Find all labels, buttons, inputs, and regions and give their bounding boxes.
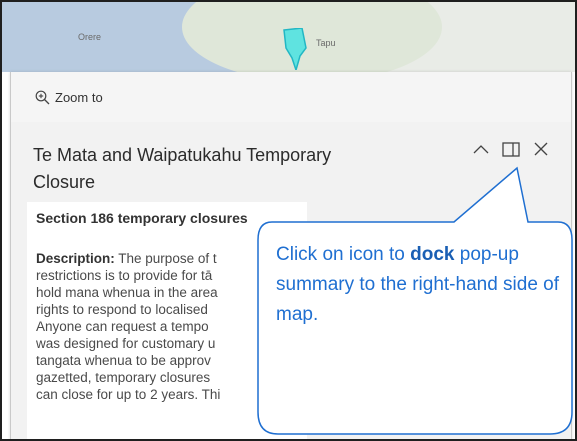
zoom-in-icon	[35, 90, 50, 104]
popup-actions-bar: Zoom to	[11, 72, 571, 123]
description-line: rights to respond to localised	[36, 302, 208, 317]
description-line: was designed for customary u	[36, 336, 216, 351]
popup-header-controls	[466, 138, 556, 160]
description-line: tangata whenua to be approv	[36, 353, 211, 368]
description-label: Description:	[36, 251, 115, 266]
map-label-orere: Orere	[78, 32, 102, 42]
map-label-tapu: Tapu	[316, 38, 336, 48]
zoom-to-button[interactable]: Zoom to	[35, 90, 103, 105]
section-heading: Section 186 temporary closures	[36, 210, 248, 226]
callout-text: Click on icon to dock pop-up summary to …	[276, 240, 575, 330]
description-line: restrictions is to provide for tā	[36, 268, 213, 283]
callout-text-bold: dock	[410, 244, 455, 265]
description-line: hold mana whenua in the area	[36, 285, 218, 300]
popup-content-card: Section 186 temporary closures Descripti…	[27, 202, 307, 439]
description-line: The purpose of t	[118, 251, 217, 266]
close-button[interactable]	[526, 138, 556, 160]
screenshot-frame: Orere Tapu Zoom to Te Mata and Waipatuka…	[0, 0, 577, 441]
description-line: gazetted, temporary closures	[36, 370, 211, 385]
description-line: can close for up to 2 years. Thi	[36, 387, 221, 402]
description-text: Description: The purpose of t restrictio…	[36, 250, 307, 403]
popup-title: Te Mata and Waipatukahu Temporary Closur…	[33, 145, 332, 192]
map-view[interactable]: Orere Tapu	[2, 2, 575, 82]
collapse-button[interactable]	[466, 138, 496, 160]
dock-icon	[502, 141, 520, 157]
callout-text-start: Click on icon to	[276, 244, 411, 265]
dock-button[interactable]	[496, 138, 526, 160]
chevron-up-icon	[473, 145, 489, 154]
zoom-to-label: Zoom to	[55, 89, 103, 105]
closure-area-polygon[interactable]	[282, 28, 308, 70]
popup-header: Te Mata and Waipatukahu Temporary Closur…	[11, 122, 571, 202]
close-icon	[534, 142, 548, 156]
description-line: Anyone can request a tempo	[36, 319, 209, 334]
